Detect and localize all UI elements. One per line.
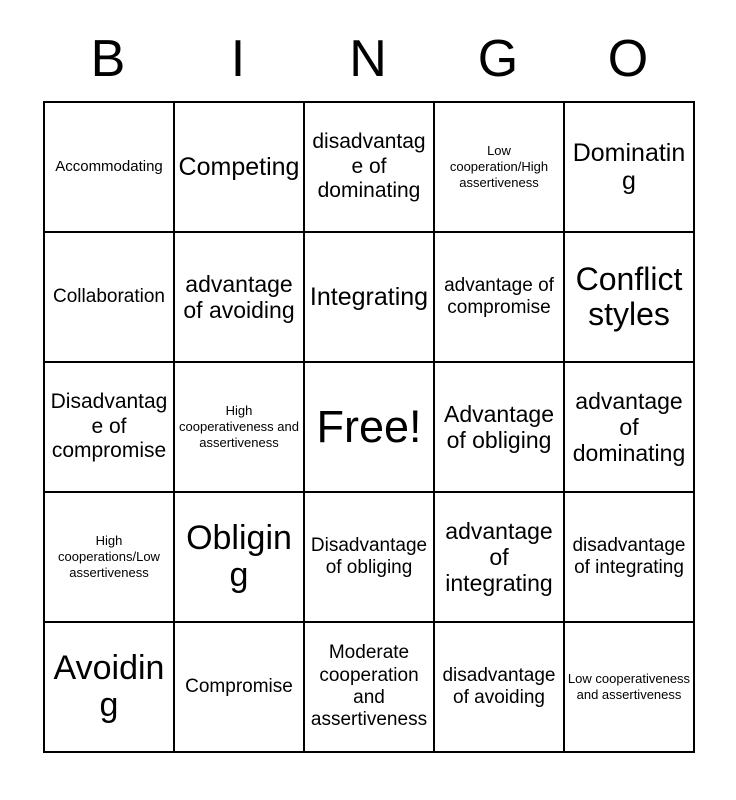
bingo-free-cell[interactable]: Free! bbox=[305, 363, 435, 493]
bingo-cell[interactable]: Compromise bbox=[175, 623, 305, 753]
bingo-cell[interactable]: Collaboration bbox=[45, 233, 175, 363]
bingo-cell-label: Low cooperation/High assertiveness bbox=[449, 142, 549, 191]
bingo-cell-label: advantage of avoiding bbox=[183, 270, 295, 323]
bingo-cell[interactable]: Avoiding bbox=[45, 623, 175, 753]
bingo-cell[interactable]: Disadvantage of obliging bbox=[305, 493, 435, 623]
bingo-row: Collaboration advantage of avoiding Inte… bbox=[45, 233, 695, 363]
bingo-cell-label: advantage of compromise bbox=[444, 274, 554, 318]
bingo-cell-label: Advantage of obliging bbox=[444, 400, 554, 453]
bingo-cell[interactable]: Dominating bbox=[565, 103, 695, 233]
bingo-cell-label: Accommodating bbox=[55, 158, 163, 175]
bingo-cell-label: Collaboration bbox=[53, 285, 165, 307]
bingo-cell-label: High cooperations/Low assertiveness bbox=[58, 532, 160, 581]
bingo-cell-label: Disadvantage of obliging bbox=[310, 534, 428, 578]
bingo-cell[interactable]: advantage of avoiding bbox=[175, 233, 305, 363]
bingo-cell-label: Disadvantage of compromise bbox=[50, 390, 168, 463]
bingo-cell-label: Low cooperativeness and assertiveness bbox=[567, 670, 691, 702]
header-letter-g: G bbox=[477, 29, 519, 88]
bingo-cell[interactable]: Low cooperation/High assertiveness bbox=[435, 103, 565, 233]
bingo-cell[interactable]: Competing bbox=[175, 103, 305, 233]
bingo-cell-label: disadvantage of avoiding bbox=[442, 664, 556, 708]
bingo-cell-label: Obliging bbox=[186, 518, 292, 594]
bingo-cell[interactable]: Accommodating bbox=[45, 103, 175, 233]
bingo-cell[interactable]: Obliging bbox=[175, 493, 305, 623]
bingo-cell-label: disadvantage of integrating bbox=[572, 534, 686, 578]
bingo-cell-label: advantage of dominating bbox=[572, 387, 686, 467]
bingo-cell-label: Avoiding bbox=[53, 648, 165, 724]
bingo-cell[interactable]: High cooperations/Low assertiveness bbox=[45, 493, 175, 623]
bingo-grid: Accommodating Competing disadvantage of … bbox=[43, 101, 695, 753]
bingo-cell[interactable]: advantage of compromise bbox=[435, 233, 565, 363]
bingo-cell-label: Integrating bbox=[309, 283, 429, 311]
bingo-cell-label: advantage of integrating bbox=[445, 517, 553, 597]
bingo-cell[interactable]: Moderate cooperation and assertiveness bbox=[305, 623, 435, 753]
bingo-cell[interactable]: disadvantage of avoiding bbox=[435, 623, 565, 753]
header-letter-b: B bbox=[90, 29, 126, 88]
bingo-cell-label: Moderate cooperation and assertiveness bbox=[310, 642, 428, 731]
bingo-cell-label: Competing bbox=[178, 153, 300, 181]
bingo-cell-label: Dominating bbox=[572, 139, 686, 195]
bingo-cell[interactable]: Conflict styles bbox=[565, 233, 695, 363]
header-letter-i: I bbox=[230, 29, 246, 88]
header-letter-o: O bbox=[607, 29, 649, 88]
bingo-cell[interactable]: Low cooperativeness and assertiveness bbox=[565, 623, 695, 753]
bingo-cell[interactable]: High cooperativeness and assertiveness bbox=[175, 363, 305, 493]
bingo-cell[interactable]: disadvantage of dominating bbox=[305, 103, 435, 233]
bingo-cell[interactable]: disadvantage of integrating bbox=[565, 493, 695, 623]
bingo-cell-label: Conflict styles bbox=[575, 260, 683, 332]
bingo-card: B I N G O Accommodating Competing disadv… bbox=[43, 16, 695, 753]
bingo-free-label: Free! bbox=[316, 401, 422, 453]
bingo-cell[interactable]: Integrating bbox=[305, 233, 435, 363]
bingo-cell[interactable]: Advantage of obliging bbox=[435, 363, 565, 493]
bingo-cell[interactable]: Disadvantage of compromise bbox=[45, 363, 175, 493]
bingo-header: B I N G O bbox=[43, 16, 693, 101]
bingo-cell-label: disadvantage of dominating bbox=[312, 130, 426, 203]
bingo-cell[interactable]: advantage of integrating bbox=[435, 493, 565, 623]
bingo-cell-label: High cooperativeness and assertiveness bbox=[179, 402, 299, 451]
bingo-row: Avoiding Compromise Moderate cooperation… bbox=[45, 623, 695, 753]
bingo-cell[interactable]: advantage of dominating bbox=[565, 363, 695, 493]
bingo-row: Disadvantage of compromise High cooperat… bbox=[45, 363, 695, 493]
bingo-row: Accommodating Competing disadvantage of … bbox=[45, 103, 695, 233]
bingo-cell-label: Compromise bbox=[185, 675, 293, 697]
header-letter-n: N bbox=[349, 29, 387, 88]
bingo-row: High cooperations/Low assertiveness Obli… bbox=[45, 493, 695, 623]
